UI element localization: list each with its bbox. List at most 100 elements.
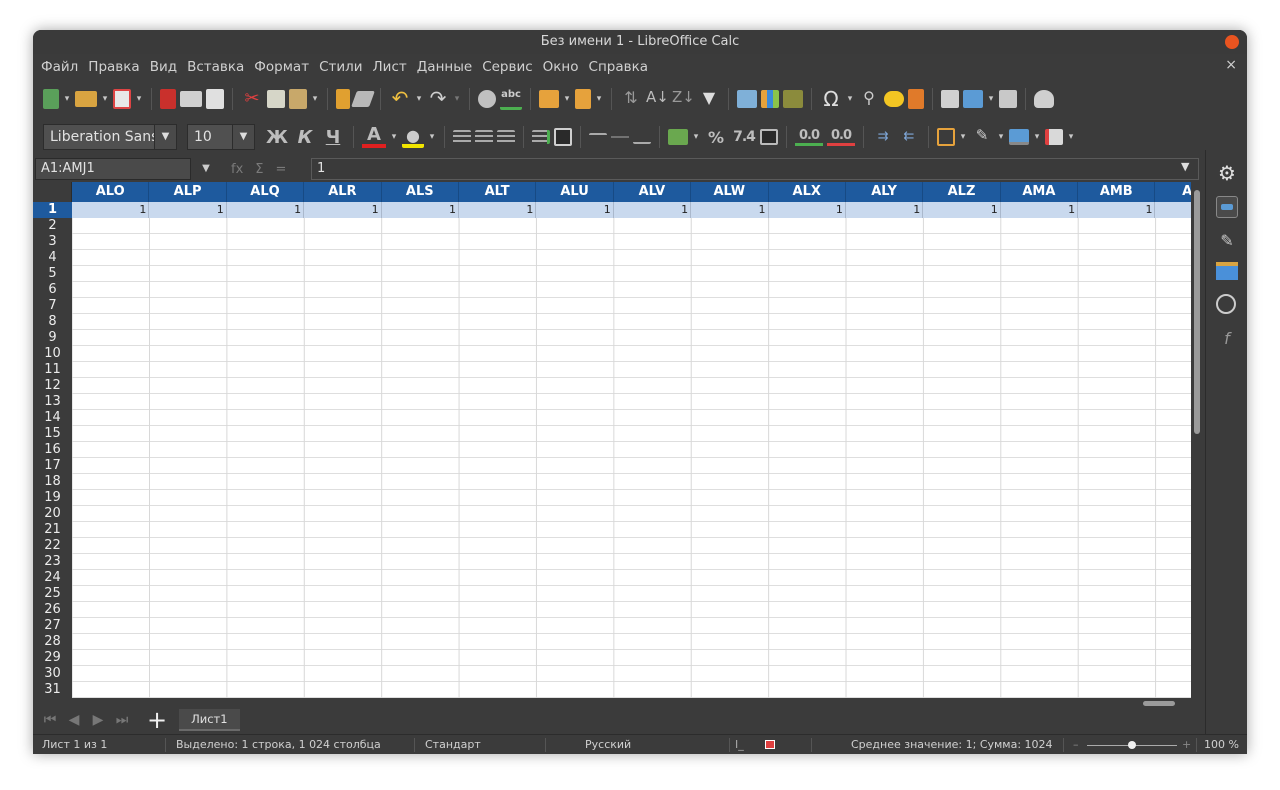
hyperlink-icon[interactable]: ⚲ [858,88,880,110]
zoom-out-icon[interactable]: – [1073,735,1079,754]
select-all-corner[interactable] [33,182,72,202]
row-header[interactable]: 29 [33,650,72,666]
sort-descending-icon[interactable]: Z↓ [672,88,695,110]
copy-icon[interactable] [267,90,285,108]
date-format-icon[interactable] [760,129,778,145]
redo-icon[interactable]: ↷ [427,88,449,110]
column-header[interactable]: AMB [1078,182,1156,202]
currency-format-icon[interactable] [668,129,688,145]
menu-data[interactable]: Данные [412,59,477,75]
menu-file[interactable]: Файл [36,59,83,75]
menu-view[interactable]: Вид [145,59,182,75]
column-header[interactable]: ALQ [226,182,305,202]
function-wizard-icon[interactable]: fx [231,162,243,177]
cell[interactable]: 1 [227,202,305,218]
chevron-down-icon[interactable]: ▼ [196,159,216,179]
align-bottom-icon[interactable] [633,130,651,144]
currency-dropdown-icon[interactable]: ▾ [692,132,700,142]
add-sheet-icon[interactable]: + [147,708,167,732]
highlight-dropdown-icon[interactable]: ▾ [428,132,436,142]
spelling-icon[interactable]: abc [500,88,522,110]
menu-format[interactable]: Формат [249,59,314,75]
conditional-format-dropdown-icon[interactable]: ▾ [1067,132,1075,142]
column-header[interactable]: AM [1155,182,1191,202]
split-window-icon[interactable] [999,90,1017,108]
functions-icon[interactable]: f [1216,328,1238,350]
status-language[interactable]: Русский [585,735,631,754]
sum-icon[interactable]: Σ [255,162,263,177]
cell[interactable]: 1 [691,202,769,218]
borders-icon[interactable] [937,128,955,146]
row-header[interactable]: 31 [33,682,72,698]
row-header[interactable]: 4 [33,250,72,266]
zoom-in-icon[interactable]: + [1182,735,1191,754]
previous-sheet-icon[interactable]: ◀ [67,712,81,728]
background-color-icon[interactable] [1009,129,1029,145]
define-print-area-icon[interactable] [941,90,959,108]
spreadsheet-grid[interactable]: ALO ALP ALQ ALR ALS ALT ALU ALV ALW ALX … [33,182,1191,698]
cell-area[interactable] [72,202,1191,698]
menu-edit[interactable]: Правка [83,59,144,75]
row-icon[interactable] [539,90,559,108]
cell[interactable]: 1 [459,202,537,218]
row-dropdown-icon[interactable]: ▾ [563,94,571,104]
properties-icon[interactable] [1216,196,1238,218]
row-header[interactable]: 12 [33,378,72,394]
cell[interactable]: 1 [769,202,846,218]
row-header[interactable]: 25 [33,586,72,602]
column-header[interactable]: ALS [381,182,459,202]
paste-dropdown-icon[interactable]: ▾ [311,94,319,104]
bold-button[interactable]: Ж [265,127,289,148]
row-header[interactable]: 15 [33,426,72,442]
first-sheet-icon[interactable]: ⏮ [43,712,57,728]
navigator-icon[interactable] [1216,294,1236,314]
zoom-level[interactable]: 100 % [1204,735,1239,754]
delete-decimal-button[interactable]: 0.0 [827,128,855,146]
font-name-box[interactable]: Liberation Sans ▼ [43,124,177,150]
menu-styles[interactable]: Стили [314,59,367,75]
row-header[interactable]: 19 [33,490,72,506]
save-icon[interactable] [113,89,131,109]
comment-icon[interactable] [884,91,904,107]
column-header[interactable]: ALT [458,182,537,202]
paste-icon[interactable] [289,89,307,109]
font-color-button[interactable]: A [362,126,386,148]
close-document-icon[interactable]: × [1225,57,1237,73]
insert-chart-icon[interactable] [761,90,779,108]
row-header[interactable]: 16 [33,442,72,458]
save-dropdown-icon[interactable]: ▾ [135,94,143,104]
column-header[interactable]: ALZ [923,182,1001,202]
row-header[interactable]: 22 [33,538,72,554]
zoom-slider-knob[interactable] [1128,741,1136,749]
column-header[interactable]: AMA [1000,182,1079,202]
row-header[interactable]: 23 [33,554,72,570]
autofilter-icon[interactable]: ▼ [698,88,720,110]
formula-equals-icon[interactable]: = [276,162,287,177]
cell[interactable]: 1 [1001,202,1079,218]
row-header[interactable]: 30 [33,666,72,682]
align-center-icon[interactable] [475,130,493,144]
open-icon[interactable] [75,91,97,107]
row-header[interactable]: 20 [33,506,72,522]
vertical-scrollbar[interactable] [1191,182,1205,712]
font-color-dropdown-icon[interactable]: ▾ [390,132,398,142]
cell[interactable]: 1 [1078,202,1156,218]
highlight-color-icon[interactable]: ● [402,126,424,148]
font-size-box[interactable]: 10 ▼ [187,124,255,150]
column-header[interactable]: ALV [613,182,692,202]
redo-dropdown-icon[interactable]: ▾ [453,94,461,104]
row-header[interactable]: 8 [33,314,72,330]
column-header[interactable]: ALU [536,182,614,202]
row-header[interactable]: 9 [33,330,72,346]
center-vertically-icon[interactable] [611,130,629,144]
formula-input[interactable]: 1 [311,158,1199,180]
align-left-icon[interactable] [453,130,471,144]
chevron-down-icon[interactable]: ▼ [232,125,254,149]
row-header[interactable]: 17 [33,458,72,474]
last-sheet-icon[interactable]: ⏭ [115,712,129,728]
add-decimal-button[interactable]: 0.0 [795,128,823,146]
find-replace-icon[interactable] [478,90,496,108]
wrap-text-icon[interactable] [532,130,550,144]
row-header[interactable]: 7 [33,298,72,314]
row-header[interactable]: 18 [33,474,72,490]
